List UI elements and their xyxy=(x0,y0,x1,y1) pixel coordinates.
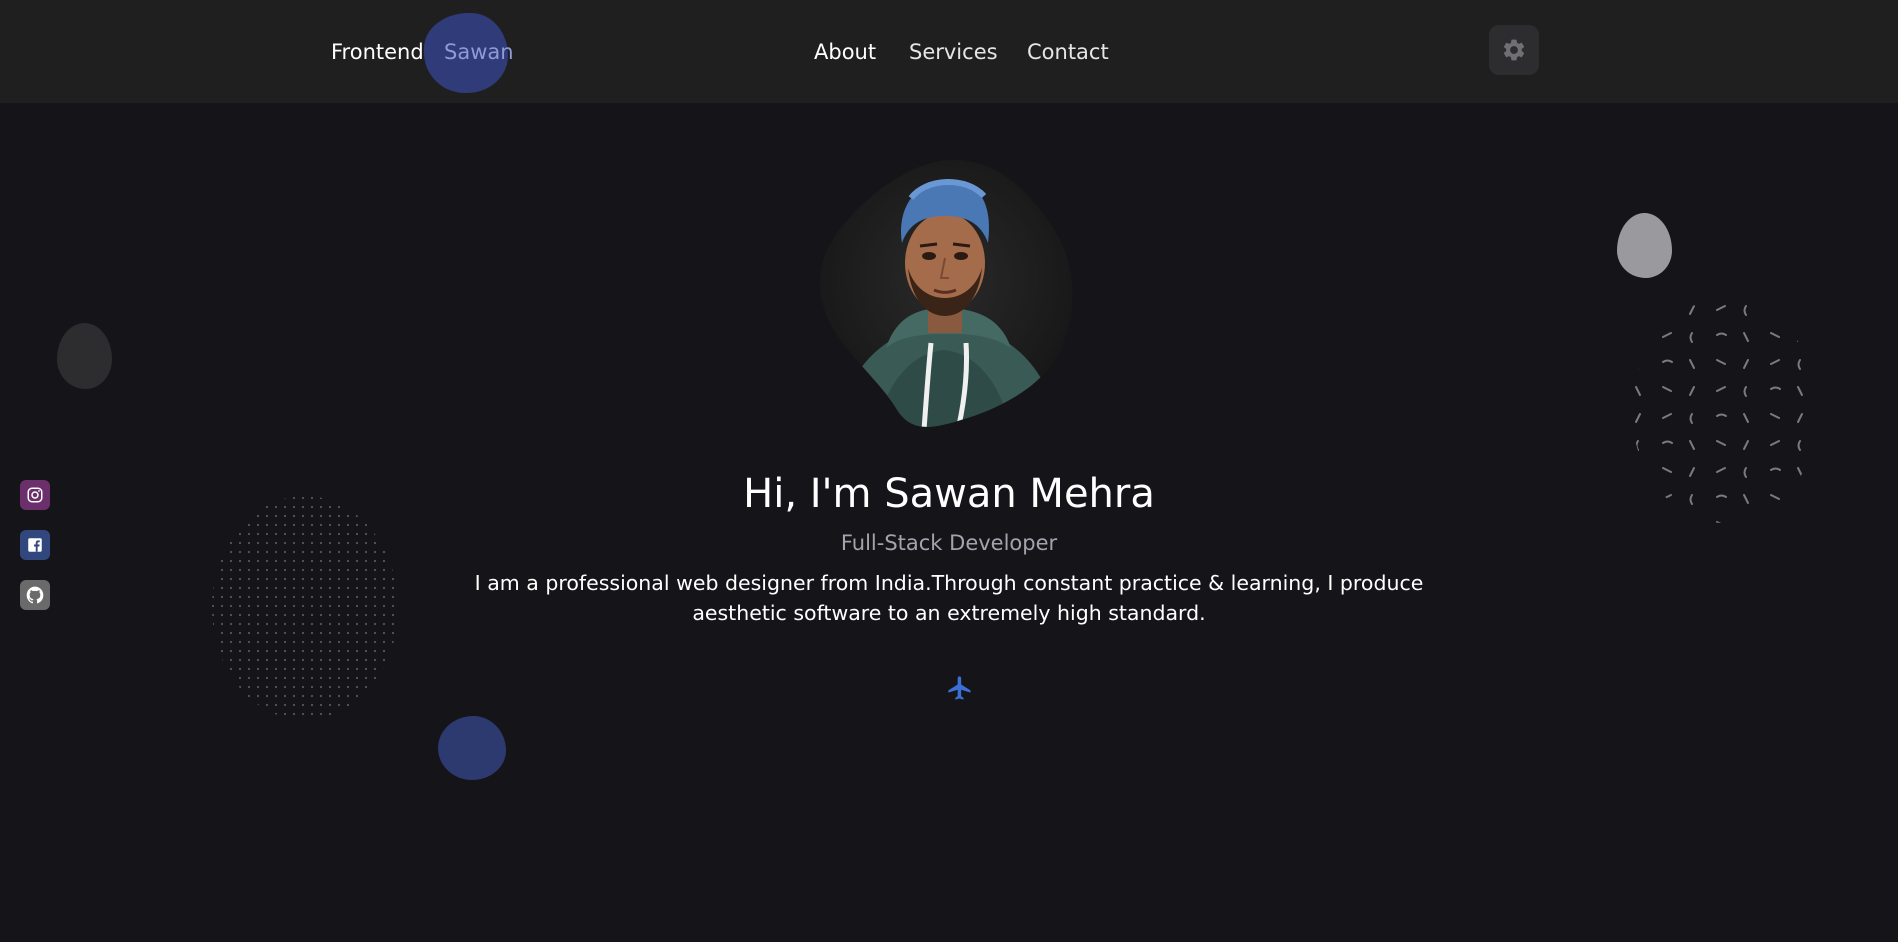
nav-contact[interactable]: Contact xyxy=(1027,37,1109,67)
settings-button[interactable] xyxy=(1489,25,1539,75)
github-link[interactable] xyxy=(20,580,50,610)
hero-description: I am a professional web designer from In… xyxy=(474,571,1424,625)
gear-icon xyxy=(1503,39,1525,61)
dot-pattern xyxy=(212,496,398,720)
airplane-button[interactable] xyxy=(945,673,975,703)
decorative-blob xyxy=(438,716,506,780)
avatar xyxy=(819,159,1073,427)
hero-subtitle: Full-Stack Developer xyxy=(840,531,1058,555)
decorative-blob xyxy=(1617,213,1672,278)
nav-services[interactable]: Services xyxy=(909,37,998,67)
github-icon xyxy=(26,586,44,604)
nav-about[interactable]: About xyxy=(814,37,876,67)
airplane-icon xyxy=(948,676,971,700)
logo-first-word[interactable]: Frontend xyxy=(331,37,424,67)
decorative-blob xyxy=(57,323,112,389)
header: Frontend Sawan About Services Contact xyxy=(0,0,1898,103)
logo-second-word[interactable]: Sawan xyxy=(444,37,514,67)
hero-title: Hi, I'm Sawan Mehra xyxy=(743,471,1155,517)
page: Frontend Sawan About Services Contact Hi… xyxy=(0,0,1898,942)
